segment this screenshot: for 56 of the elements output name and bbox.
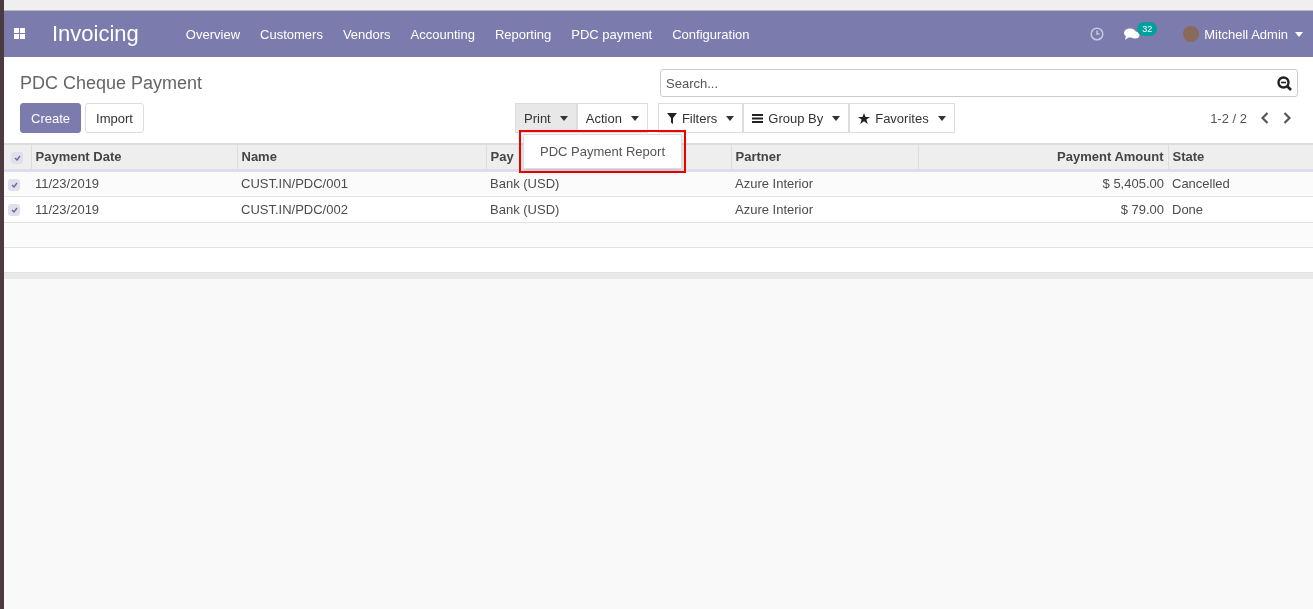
table-cell: Bank (USD) <box>486 170 731 196</box>
caret-icon <box>559 115 568 121</box>
caret-icon <box>937 115 946 121</box>
dropdown-button[interactable]: Action <box>576 103 648 133</box>
dropdown-button[interactable]: Print <box>515 103 577 133</box>
clock-icon[interactable] <box>1090 27 1105 41</box>
column-header[interactable]: Partner <box>731 144 918 170</box>
table-cell: $ 79.00 <box>918 196 1168 222</box>
caret-icon <box>832 115 841 121</box>
menu-item[interactable]: PDC Payment Report <box>524 140 681 163</box>
table-cell: CUST.IN/PDC/002 <box>237 196 486 222</box>
pager-text: 1-2 / 2 <box>1210 110 1247 126</box>
table-cell: Done <box>1168 196 1313 222</box>
import-button[interactable]: Import <box>85 103 144 133</box>
message-count-badge: 32 <box>1137 22 1158 36</box>
menu-item[interactable]: Customers <box>260 26 323 42</box>
table-cell: Azure Interior <box>731 170 918 196</box>
checkbox[interactable] <box>8 204 20 217</box>
search-field[interactable]: Search... <box>660 69 1298 97</box>
user-menu[interactable]: Mitchell Admin <box>1204 26 1303 42</box>
apps-icon[interactable] <box>14 28 26 40</box>
checkbox[interactable] <box>8 178 20 191</box>
table-cell: 11/23/2019 <box>31 170 237 196</box>
menu-item[interactable]: Accounting <box>410 26 475 42</box>
dropdown-button[interactable]: Favorites <box>849 103 955 133</box>
menu-item[interactable]: Vendors <box>342 26 391 42</box>
create-button[interactable]: Create <box>20 103 82 133</box>
page-title: PDC Cheque Payment <box>20 72 203 94</box>
caret-icon <box>1295 31 1303 37</box>
menu-item[interactable]: Overview <box>185 26 241 42</box>
table-cell: Azure Interior <box>731 196 918 222</box>
table-cell: 11/23/2019 <box>31 196 237 222</box>
menu-icon <box>752 113 764 123</box>
column-header[interactable]: State <box>1168 144 1313 170</box>
previous-icon[interactable] <box>1261 112 1269 124</box>
menu-item[interactable]: Reporting <box>494 26 552 42</box>
app-title: Invoicing <box>52 21 139 47</box>
caret-icon <box>726 115 735 121</box>
star-icon <box>858 112 871 124</box>
filter-icon <box>666 112 677 124</box>
column-header[interactable]: Name <box>237 144 486 170</box>
checkbox[interactable] <box>11 151 24 164</box>
dropdown-button[interactable]: Filters <box>657 103 744 133</box>
caret-icon <box>630 115 639 121</box>
column-header[interactable]: Payment Amount <box>918 144 1168 170</box>
table-cell: Bank (USD) <box>486 196 731 222</box>
table-cell: Cancelled <box>1168 170 1313 196</box>
search-icon[interactable] <box>1277 76 1292 91</box>
dropdown-button[interactable]: Group By <box>743 103 850 133</box>
chat-icon[interactable] <box>1124 27 1141 41</box>
column-header[interactable]: Payment Date <box>31 144 237 170</box>
table-cell: CUST.IN/PDC/001 <box>237 170 486 196</box>
next-icon[interactable] <box>1283 112 1291 124</box>
menu-item[interactable]: Configuration <box>672 26 750 42</box>
menu-item[interactable]: PDC payment <box>571 26 653 42</box>
table-cell: $ 5,405.00 <box>918 170 1168 196</box>
